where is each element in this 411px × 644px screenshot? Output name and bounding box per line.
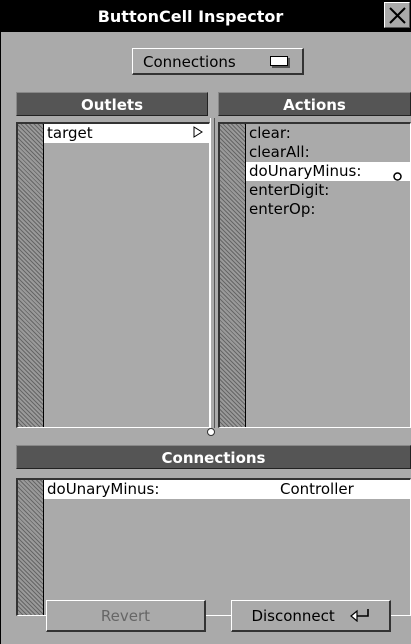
action-item-clear[interactable]: clear: (246, 124, 410, 143)
popup-menu-icon (270, 56, 288, 66)
actions-scroller[interactable] (220, 124, 246, 427)
connection-row[interactable]: doUnaryMinus: Controller (44, 480, 410, 499)
triangle-right-icon (193, 124, 203, 143)
popup-label: Connections (143, 53, 236, 71)
action-label: enterDigit: (249, 181, 330, 199)
inspector-window: ButtonCell Inspector Connections Outlets… (0, 0, 411, 644)
splitter-knob[interactable] (207, 428, 215, 436)
window-title: ButtonCell Inspector (97, 7, 284, 26)
disconnect-label: Disconnect (251, 607, 335, 625)
actions-header: Actions (218, 92, 411, 116)
connections-scroller[interactable] (18, 480, 44, 615)
action-item-clearall[interactable]: clearAll: (246, 143, 410, 162)
column-splitter[interactable] (210, 118, 215, 428)
action-item-dounaryminus[interactable]: doUnaryMinus: (246, 162, 410, 181)
close-button[interactable] (384, 2, 410, 28)
revert-button[interactable]: Revert (46, 600, 206, 632)
disconnect-button[interactable]: Disconnect (231, 600, 391, 632)
connections-browser: doUnaryMinus: Controller (16, 478, 411, 616)
action-item-enterop[interactable]: enterOp: (246, 200, 410, 219)
outlet-item-target[interactable]: target (44, 124, 209, 143)
close-icon (389, 7, 406, 24)
action-label: clear: (249, 124, 291, 142)
action-label: doUnaryMinus: (249, 162, 362, 180)
connection-action: doUnaryMinus: (47, 480, 160, 498)
title-bar[interactable]: ButtonCell Inspector (0, 0, 411, 32)
outlets-scroller[interactable] (18, 124, 44, 427)
connections-header: Connections (16, 445, 411, 469)
connection-target: Controller (280, 480, 354, 498)
connections-list: doUnaryMinus: Controller (44, 480, 410, 615)
action-label: enterOp: (249, 200, 316, 218)
outlet-label: target (47, 124, 93, 142)
actions-list: clear: clearAll: doUnaryMinus: enterDigi… (246, 124, 410, 427)
revert-label: Revert (100, 607, 151, 625)
return-key-icon (349, 602, 370, 632)
outlets-browser: target (16, 122, 210, 428)
outlets-list: target (44, 124, 209, 427)
outlets-header: Outlets (16, 92, 208, 116)
actions-browser: clear: clearAll: doUnaryMinus: enterDigi… (218, 122, 411, 428)
action-item-enterdigit[interactable]: enterDigit: (246, 181, 410, 200)
inspector-mode-popup[interactable]: Connections (132, 48, 304, 75)
action-label: clearAll: (249, 143, 310, 161)
